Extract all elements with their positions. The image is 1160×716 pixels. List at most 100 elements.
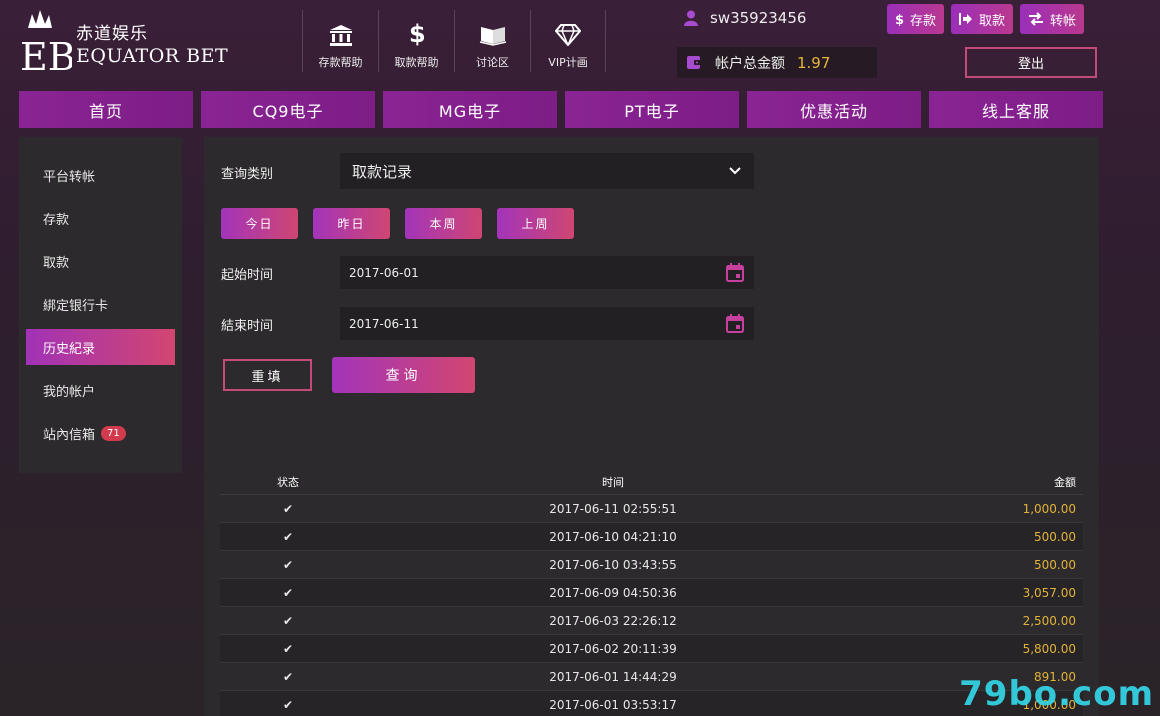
start-time-label: 起始时间: [221, 268, 274, 283]
account-actions: $ 存款 取款 转帐: [887, 4, 1085, 34]
brand-logo[interactable]: EB 赤道娱乐 EQUATOR BET: [18, 8, 248, 79]
balance-value: 1.97: [797, 53, 831, 72]
history-panel: 查询类别 取款记录 今日 昨日 本周 上周 起始时间 2017-06-01 結束…: [204, 137, 1099, 716]
topnav-deposit-help[interactable]: 存款帮助: [302, 10, 378, 72]
row-amount: 500.00: [1034, 557, 1076, 572]
sidebar-item-inbox[interactable]: 站內信箱 71: [26, 415, 175, 451]
today-button[interactable]: 今日: [221, 208, 298, 239]
row-amount: 3,057.00: [1022, 585, 1076, 600]
table-row: ✔ 2017-06-09 04:50:36 3,057.00: [220, 579, 1083, 607]
username: sw35923456: [710, 9, 807, 27]
inbox-count-badge: 71: [101, 425, 126, 441]
table-row: ✔ 2017-06-03 22:26:12 2,500.00: [220, 607, 1083, 635]
calendar-icon[interactable]: [726, 263, 744, 282]
user-info: sw35923456: [684, 9, 806, 27]
yesterday-button[interactable]: 昨日: [313, 208, 390, 239]
row-time: 2017-06-09 04:50:36: [549, 585, 677, 600]
row-time: 2017-06-10 04:21:10: [549, 529, 677, 544]
status-check-icon: ✔: [282, 557, 294, 572]
account-sidebar: 平台转帐 存款 取款 綁定银行卡 历史紀录 我的帐户 站內信箱 71: [19, 137, 182, 473]
amount-column-header: 金额: [1054, 475, 1076, 489]
withdraw-button[interactable]: 取款: [951, 4, 1014, 34]
logout-button[interactable]: 登出: [965, 47, 1097, 78]
table-row: ✔ 2017-06-11 02:55:51 1,000.00: [220, 495, 1083, 523]
sidebar-item-bind-card[interactable]: 綁定银行卡: [26, 286, 175, 322]
topnav-vip[interactable]: VIP计画: [530, 10, 606, 72]
nav-live-support[interactable]: 线上客服: [929, 91, 1103, 128]
nav-pt[interactable]: PT电子: [565, 91, 739, 128]
table-row: ✔ 2017-06-02 20:11:39 5,800.00: [220, 635, 1083, 663]
nav-mg[interactable]: MG电子: [383, 91, 557, 128]
user-icon: [684, 10, 698, 26]
sidebar-item-transfer[interactable]: 平台转帐: [26, 157, 175, 193]
query-button[interactable]: 查询: [332, 357, 475, 393]
row-amount: 5,800.00: [1022, 641, 1076, 656]
status-check-icon: ✔: [282, 585, 294, 600]
query-type-label: 查询类别: [221, 167, 274, 182]
sidebar-item-my-account[interactable]: 我的帐户: [26, 372, 175, 408]
withdrawal-history-table: 状态 时间 金额 ✔ 2017-06-11 02:55:51 1,000.00 ✔ 20…: [220, 469, 1083, 716]
sidebar-item-deposit[interactable]: 存款: [26, 200, 175, 236]
site-watermark: 79bo.com: [959, 674, 1154, 714]
start-date-value: 2017-06-01: [349, 265, 419, 280]
last-week-button[interactable]: 上周: [497, 208, 574, 239]
balance-box: 帐户总金额 1.97: [677, 47, 877, 78]
transfer-label: 转帐: [1050, 13, 1077, 29]
header: EB 赤道娱乐 EQUATOR BET 存款帮助 $ 取款帮助 讨论区 VIP计…: [0, 0, 1160, 88]
nav-promotions[interactable]: 优惠活动: [747, 91, 921, 128]
swap-arrows-icon: [1028, 12, 1044, 26]
wallet-icon: [687, 56, 701, 69]
query-type-select[interactable]: 取款记录: [340, 153, 754, 189]
query-type-value: 取款记录: [352, 162, 413, 181]
calendar-icon[interactable]: [726, 314, 744, 333]
nav-cq9[interactable]: CQ9电子: [201, 91, 375, 128]
table-header: 状态 时间 金额: [220, 469, 1083, 495]
status-check-icon: ✔: [282, 613, 294, 628]
nav-home[interactable]: 首页: [19, 91, 193, 128]
table-body: ✔ 2017-06-11 02:55:51 1,000.00 ✔ 2017-06-10 …: [220, 495, 1083, 716]
diamond-icon: [555, 24, 581, 46]
topnav-label: 存款帮助: [318, 56, 363, 69]
topnav-withdraw-help[interactable]: $ 取款帮助: [378, 10, 454, 72]
table-row: ✔ 2017-06-01 03:53:17 1,000.00: [220, 691, 1083, 716]
deposit-button[interactable]: $ 存款: [887, 4, 945, 34]
bank-icon: [329, 25, 352, 46]
start-date-input[interactable]: 2017-06-01: [340, 256, 754, 289]
row-time: 2017-06-01 14:44:29: [549, 669, 677, 684]
eb-logo-mark: EB: [18, 10, 76, 79]
status-check-icon: ✔: [282, 669, 294, 684]
status-column-header: 状态: [277, 475, 299, 489]
topnav-label: VIP计画: [548, 56, 588, 69]
status-check-icon: ✔: [282, 501, 294, 516]
row-amount: 2,500.00: [1022, 613, 1076, 628]
status-check-icon: ✔: [282, 641, 294, 656]
end-date-value: 2017-06-11: [349, 316, 419, 331]
end-time-label: 結束时间: [221, 319, 274, 334]
quick-date-buttons: 今日 昨日 本周 上周: [221, 208, 574, 239]
reset-button[interactable]: 重填: [223, 359, 312, 391]
svg-text:$: $: [895, 13, 904, 26]
book-icon: [479, 27, 506, 46]
end-date-input[interactable]: 2017-06-11: [340, 307, 754, 340]
sidebar-item-history[interactable]: 历史紀录: [26, 329, 175, 365]
brand-name-cn: 赤道娱乐: [76, 24, 148, 44]
dollar-icon: $: [895, 12, 904, 26]
sidebar-item-withdraw[interactable]: 取款: [26, 243, 175, 279]
table-row: ✔ 2017-06-10 03:43:55 500.00: [220, 551, 1083, 579]
topnav-label: 取款帮助: [394, 56, 439, 69]
top-help-nav: 存款帮助 $ 取款帮助 讨论区 VIP计画: [302, 10, 606, 72]
sign-out-icon: [959, 12, 973, 26]
main-nav: 首页 CQ9电子 MG电子 PT电子 优惠活动 线上客服: [19, 91, 1103, 128]
this-week-button[interactable]: 本周: [405, 208, 482, 239]
row-time: 2017-06-11 02:55:51: [549, 501, 677, 516]
balance-label: 帐户总金额: [715, 55, 785, 72]
row-amount: 500.00: [1034, 529, 1076, 544]
time-column-header: 时间: [602, 475, 624, 489]
topnav-forum[interactable]: 讨论区: [454, 10, 530, 72]
row-amount: 1,000.00: [1022, 501, 1076, 516]
deposit-label: 存款: [910, 13, 937, 29]
brand-name-en: EQUATOR BET: [76, 45, 229, 67]
withdraw-label: 取款: [979, 13, 1006, 29]
status-check-icon: ✔: [282, 529, 294, 544]
transfer-button[interactable]: 转帐: [1020, 4, 1085, 34]
